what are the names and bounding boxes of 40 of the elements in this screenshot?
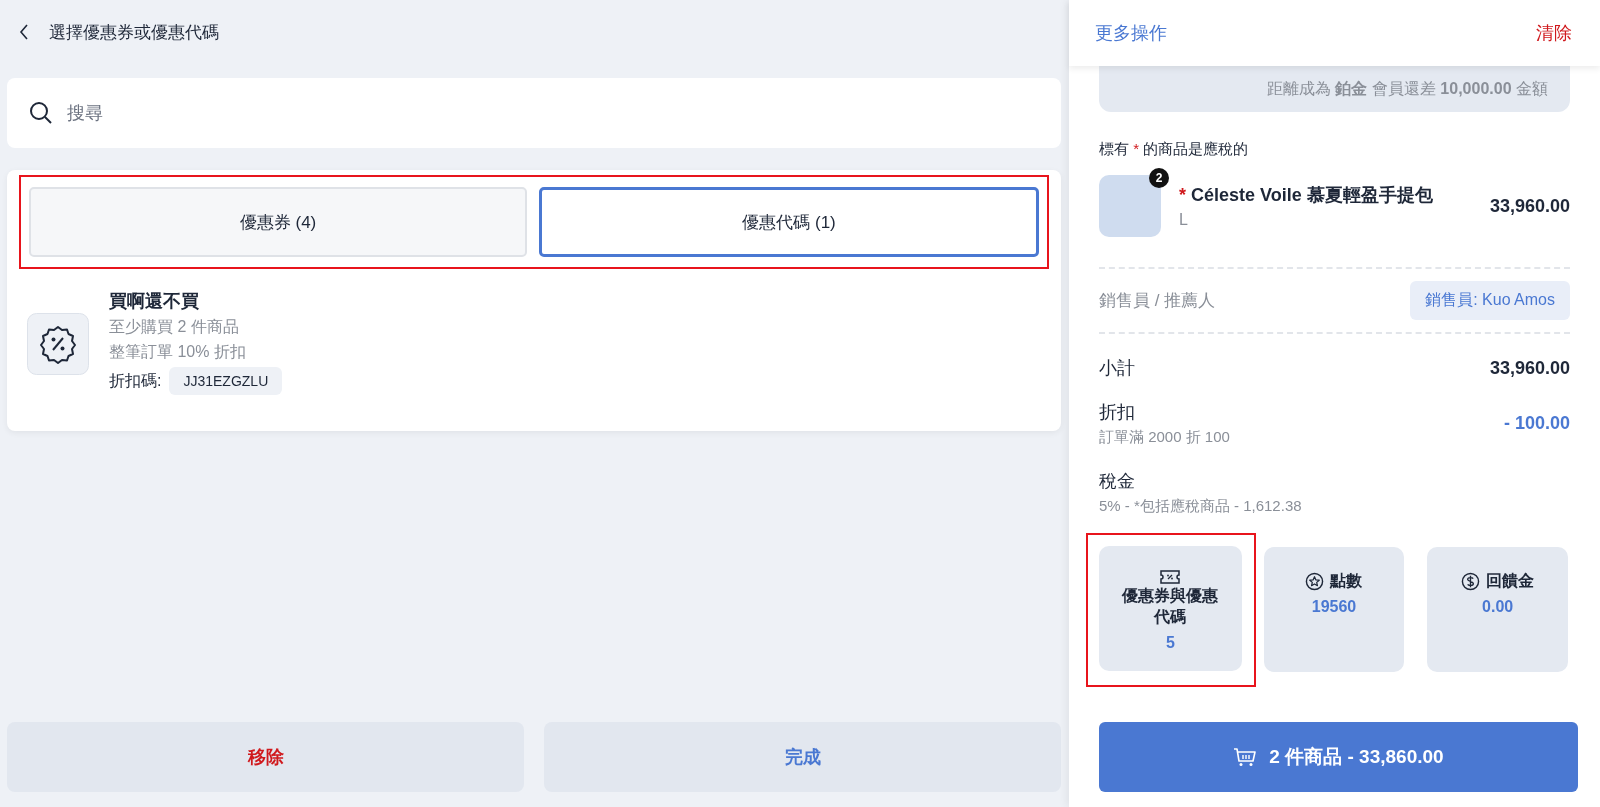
cart-icon [1233, 747, 1258, 767]
summary-detail: 訂單滿 2000 折 100 [1099, 428, 1230, 447]
search-input[interactable]: 搜尋 [65, 101, 1039, 125]
staff-label: 銷售員 / 推薦人 [1099, 290, 1216, 312]
code-title: 買啊還不買 [109, 290, 200, 313]
summary-detail: 5% - *包括應稅商品 - 1,612.38 [1099, 497, 1302, 516]
code-condition: 整筆訂單 10% 折扣 [109, 342, 247, 362]
summary-label: 稅金 [1099, 470, 1136, 493]
summary-label: 小計 [1099, 357, 1135, 380]
search-field[interactable]: 搜尋 [7, 78, 1061, 148]
member-progress-note: 距離成為 鉑金 會員還差 10,000.00 金額 [1267, 78, 1548, 99]
more-actions-link[interactable]: 更多操作 [1095, 21, 1167, 45]
back-icon[interactable] [19, 24, 29, 40]
summary-value: - 100.00 [1503, 413, 1570, 434]
page-title: 選擇優惠券或優惠代碼 [49, 21, 219, 44]
salesperson-chip[interactable]: 銷售員: Kuo Amos [1410, 281, 1570, 320]
product-variant: L [1179, 211, 1189, 229]
remove-button[interactable]: 移除 [7, 722, 524, 792]
ticket-icon [1160, 570, 1181, 584]
dollar-icon [1461, 572, 1481, 591]
benefit-tile[interactable]: 回饋金 0.00 [1427, 547, 1568, 672]
product-price: 33,960.00 [1489, 195, 1570, 217]
code-label: 折扣碼: [109, 370, 162, 391]
code-chip: JJ31EZGZLU [169, 367, 283, 395]
quantity-badge: 2 [1149, 168, 1169, 188]
benefit-tile[interactable]: 優惠券與優惠代碼 5 [1099, 546, 1242, 671]
clear-link[interactable]: 清除 [1536, 21, 1572, 45]
summary-value: 33,960.00 [1489, 357, 1570, 379]
discount-badge-icon [27, 313, 89, 375]
code-condition: 至少購買 2 件商品 [109, 317, 240, 337]
checkout-button[interactable]: 2 件商品 - 33,860.00 [1099, 722, 1578, 792]
tab[interactable]: 優惠代碼 (1) [539, 187, 1039, 257]
tab[interactable]: 優惠券 (4) [29, 187, 527, 257]
summary-label: 折扣 [1099, 401, 1136, 424]
done-button[interactable]: 完成 [544, 722, 1061, 792]
benefit-tile[interactable]: 點數 19560 [1263, 547, 1405, 672]
product-photo [1099, 175, 1161, 237]
taxable-note: 標有 * 的商品是應稅的 [1099, 140, 1250, 159]
search-icon [29, 101, 53, 125]
product-name: * Céleste Voile 慕夏輕盈手提包 [1179, 184, 1434, 207]
